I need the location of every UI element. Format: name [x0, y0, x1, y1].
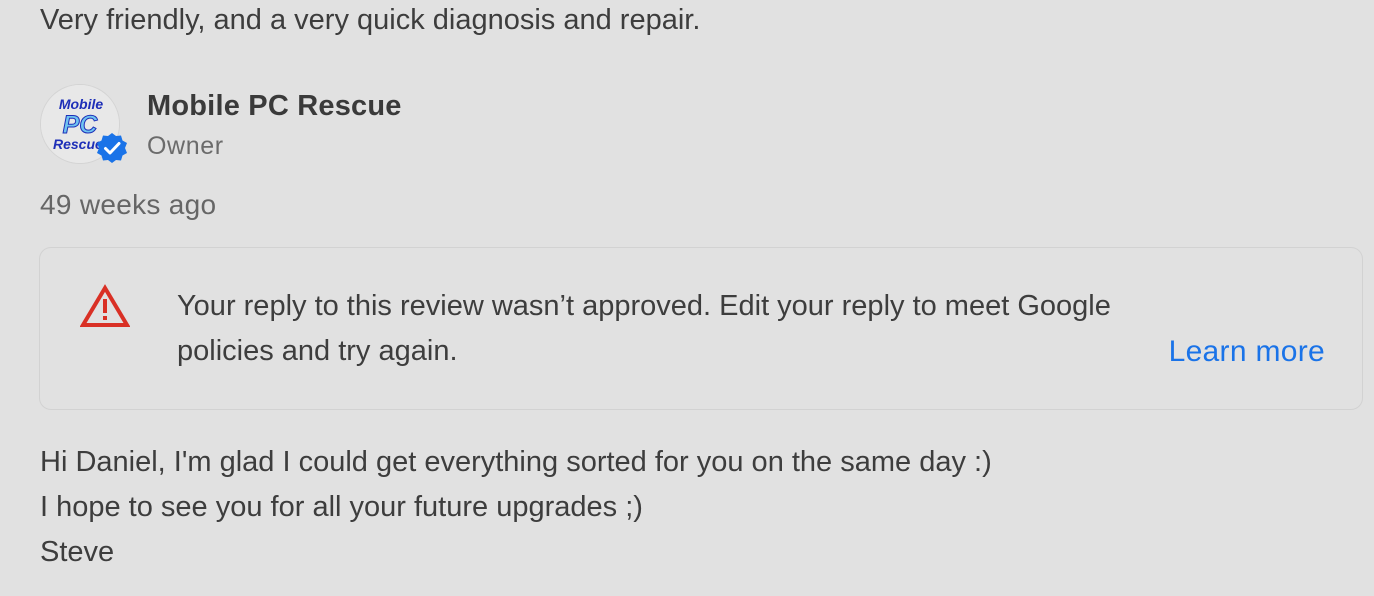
reply-not-approved-notice: Your reply to this review wasn’t approve… [39, 247, 1363, 410]
review-text: Very friendly, and a very quick diagnosi… [40, 4, 701, 36]
verified-badge-icon [97, 133, 127, 163]
reply-timestamp: 49 weeks ago [40, 189, 217, 220]
warning-triangle-icon [80, 284, 130, 327]
avatar-text-mobile: Mobile [59, 96, 104, 112]
reply-line: I hope to see you for all your future up… [40, 491, 643, 523]
owner-role: Owner [147, 132, 224, 160]
notice-message: Your reply to this review wasn’t approve… [177, 290, 1111, 367]
learn-more-link[interactable]: Learn more [1169, 329, 1325, 374]
review-reply-panel: Very friendly, and a very quick diagnosi… [0, 0, 1374, 596]
avatar-text-pc: PC [63, 111, 99, 139]
owner-name: Mobile PC Rescue [147, 90, 402, 122]
reply-line: Steve [40, 536, 115, 568]
reply-text: Hi Daniel, I'm glad I could get everythi… [40, 440, 992, 575]
reply-line: Hi Daniel, I'm glad I could get everythi… [40, 446, 992, 478]
